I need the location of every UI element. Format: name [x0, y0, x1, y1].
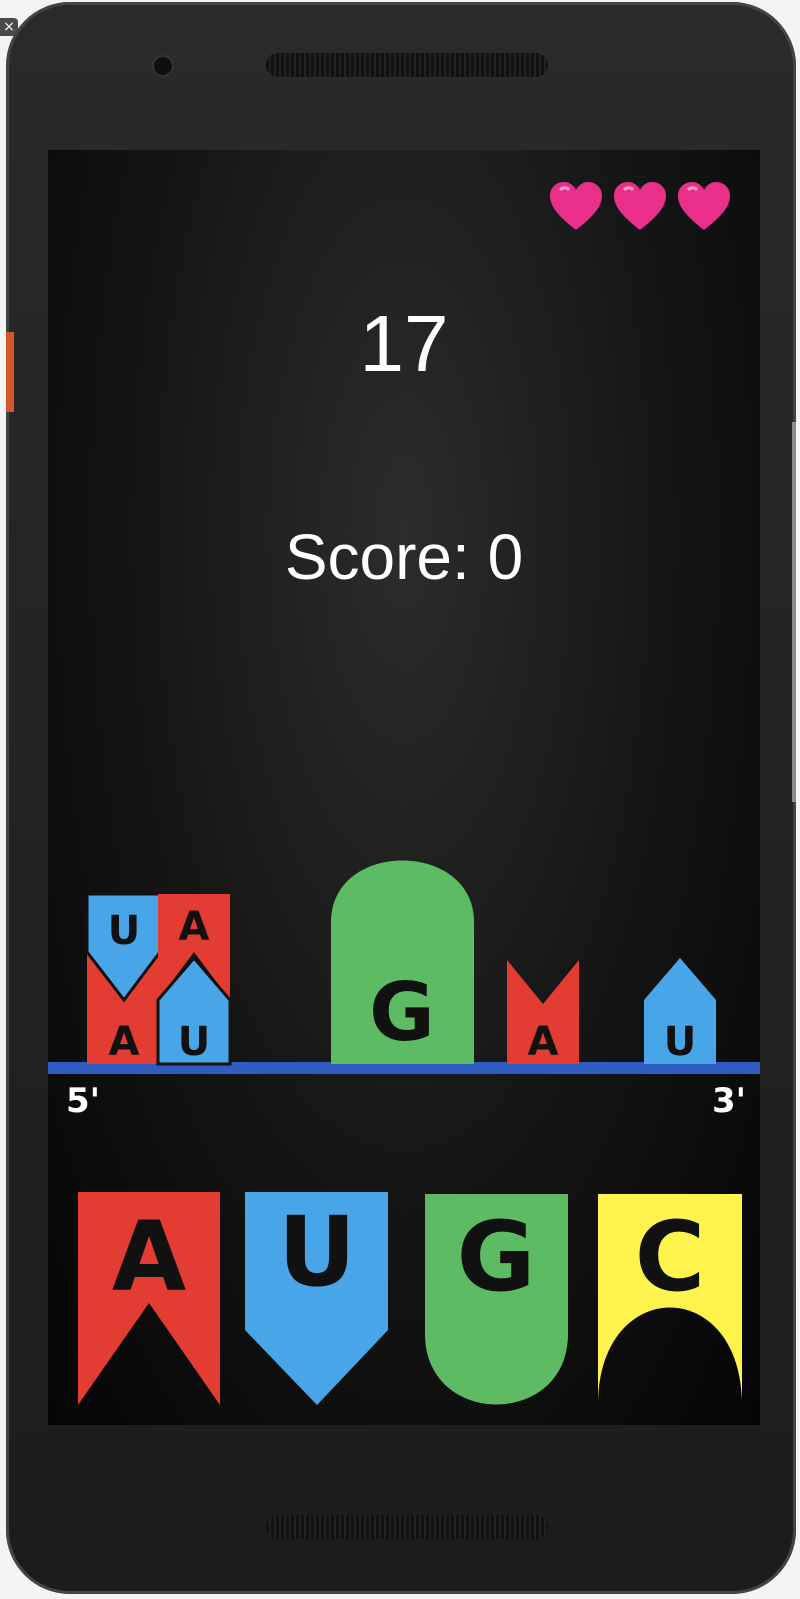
- lives-indicator: [548, 180, 732, 232]
- base-button-g[interactable]: G: [425, 1194, 568, 1405]
- phone-edge-accent: [6, 332, 14, 412]
- phone-edge-button: [792, 422, 796, 802]
- base-button-label: G: [457, 1201, 536, 1313]
- countdown-timer: 17: [359, 299, 449, 388]
- top-speaker: [266, 53, 548, 77]
- base-button-label: A: [112, 1201, 186, 1313]
- bottom-speaker: [266, 1515, 548, 1539]
- heart-icon: [550, 182, 602, 230]
- heart-icon: [678, 182, 730, 230]
- camera-icon: [154, 57, 172, 75]
- score-label: Score: 0: [284, 521, 524, 593]
- heart-icon: [614, 182, 666, 230]
- base-button-label: U: [278, 1196, 356, 1308]
- base-button-label: C: [635, 1201, 705, 1313]
